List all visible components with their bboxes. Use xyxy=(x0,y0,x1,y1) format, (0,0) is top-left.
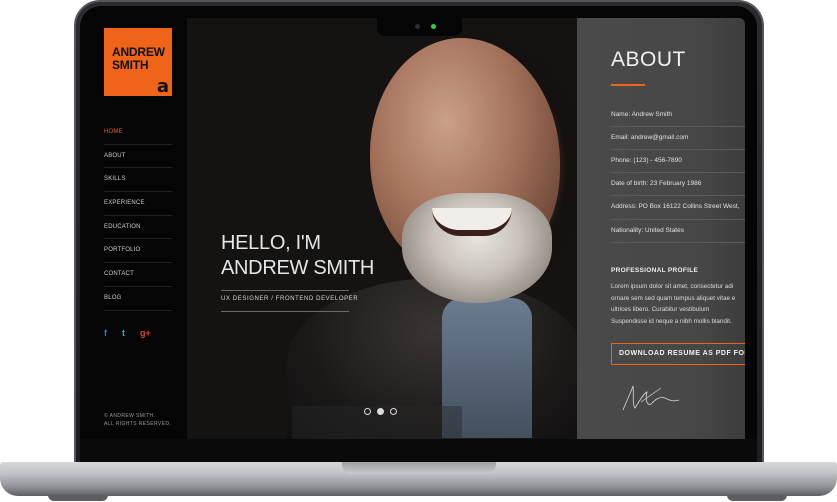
hero-divider-bottom xyxy=(221,311,349,312)
camera-indicator-icon xyxy=(431,24,436,29)
facebook-icon[interactable]: f xyxy=(104,327,107,339)
laptop-opening-groove xyxy=(342,462,496,474)
camera-lens-icon xyxy=(415,24,420,29)
info-name: Name: Andrew Smith xyxy=(611,104,745,127)
slider-dot-3[interactable] xyxy=(390,408,397,415)
nav-item-skills[interactable]: SKILLS xyxy=(104,168,172,193)
profile-text: Lorem ipsum dolor sit amet, consectetur … xyxy=(611,281,745,327)
logo[interactable]: ANDREW SMITH a xyxy=(104,28,172,96)
nav-item-education[interactable]: EDUCATION xyxy=(104,216,172,240)
sidebar: ANDREW SMITH a HOME ABOUT SKILLS EXPERIE… xyxy=(92,18,187,439)
logo-line-2: SMITH xyxy=(112,58,149,72)
info-nationality: Nationality: United States xyxy=(611,220,745,243)
logo-name: ANDREW SMITH xyxy=(112,46,170,72)
nav-item-portfolio[interactable]: PORTFOLIO xyxy=(104,239,172,264)
copyright-line-2: ALL RIGHTS RESERVED. xyxy=(104,421,172,427)
google-plus-icon[interactable]: g+ xyxy=(140,327,151,339)
social-links: f t g+ xyxy=(104,327,151,339)
main-nav: HOME ABOUT SKILLS EXPERIENCE EDUCATION P… xyxy=(104,121,172,311)
profile-line-3: ultrices libero. Curabitur vestibulum xyxy=(611,306,710,314)
hero-divider-top xyxy=(221,290,349,291)
profile-line-4: Suspendisse id neque a nibh mollis bland… xyxy=(611,317,732,325)
screen-chin xyxy=(80,439,757,462)
info-birthdate: Date of birth: 23 February 1986 xyxy=(611,173,745,196)
profile-title: PROFESSIONAL PROFILE xyxy=(611,267,699,274)
profile-line-1: Lorem ipsum dolor sit amet, consectetur … xyxy=(611,283,734,290)
hero-subtitle: UX DESIGNER / FRONTEND DEVELOPER xyxy=(221,296,359,302)
download-resume-button[interactable]: DOWNLOAD RESUME AS PDF FORMAT xyxy=(611,343,745,365)
hero-greeting: HELLO, I'M xyxy=(221,232,321,254)
info-address: Address: PO Box 16122 Collins Street Wes… xyxy=(611,196,745,220)
about-title: ABOUT xyxy=(611,48,686,71)
slider-dot-2[interactable] xyxy=(377,408,384,415)
info-phone: Phone: (123) - 456-7890 xyxy=(611,150,745,173)
nav-item-blog[interactable]: BLOG xyxy=(104,287,172,311)
website-screen: ANDREW SMITH a HOME ABOUT SKILLS EXPERIE… xyxy=(92,18,745,439)
slider-dot-1[interactable] xyxy=(364,408,371,415)
nav-item-contact[interactable]: CONTACT xyxy=(104,263,172,287)
hero-heading: HELLO, I'M ANDREW SMITH xyxy=(221,231,374,281)
copyright: © ANDREW SMITH. ALL RIGHTS RESERVED. xyxy=(104,412,171,428)
laptop-foot-left xyxy=(48,495,108,501)
signature-image xyxy=(622,385,680,411)
about-info-list: Name: Andrew Smith Email: andrew@gmail.c… xyxy=(611,104,745,243)
profile-line-2: ornare sem sed quam tempus aliquet vitae… xyxy=(611,294,736,302)
logo-letter: a xyxy=(156,76,169,97)
hero-name: ANDREW SMITH xyxy=(221,257,375,279)
nav-item-home[interactable]: HOME xyxy=(104,121,172,145)
nav-item-experience[interactable]: EXPERIENCE xyxy=(104,192,172,216)
laptop-foot-right xyxy=(727,495,787,501)
twitter-icon[interactable]: t xyxy=(122,327,125,339)
about-accent-line xyxy=(611,84,645,86)
info-email: Email: andrew@gmail.com xyxy=(611,127,745,150)
about-panel: ABOUT Name: Andrew Smith Email: andrew@g… xyxy=(577,18,745,439)
copyright-line-1: © ANDREW SMITH. xyxy=(104,413,156,419)
camera-notch xyxy=(377,18,462,36)
hero-section: HELLO, I'M ANDREW SMITH UX DESIGNER / FR… xyxy=(187,18,577,439)
slider-dots xyxy=(364,408,397,415)
nav-item-about[interactable]: ABOUT xyxy=(104,145,172,169)
